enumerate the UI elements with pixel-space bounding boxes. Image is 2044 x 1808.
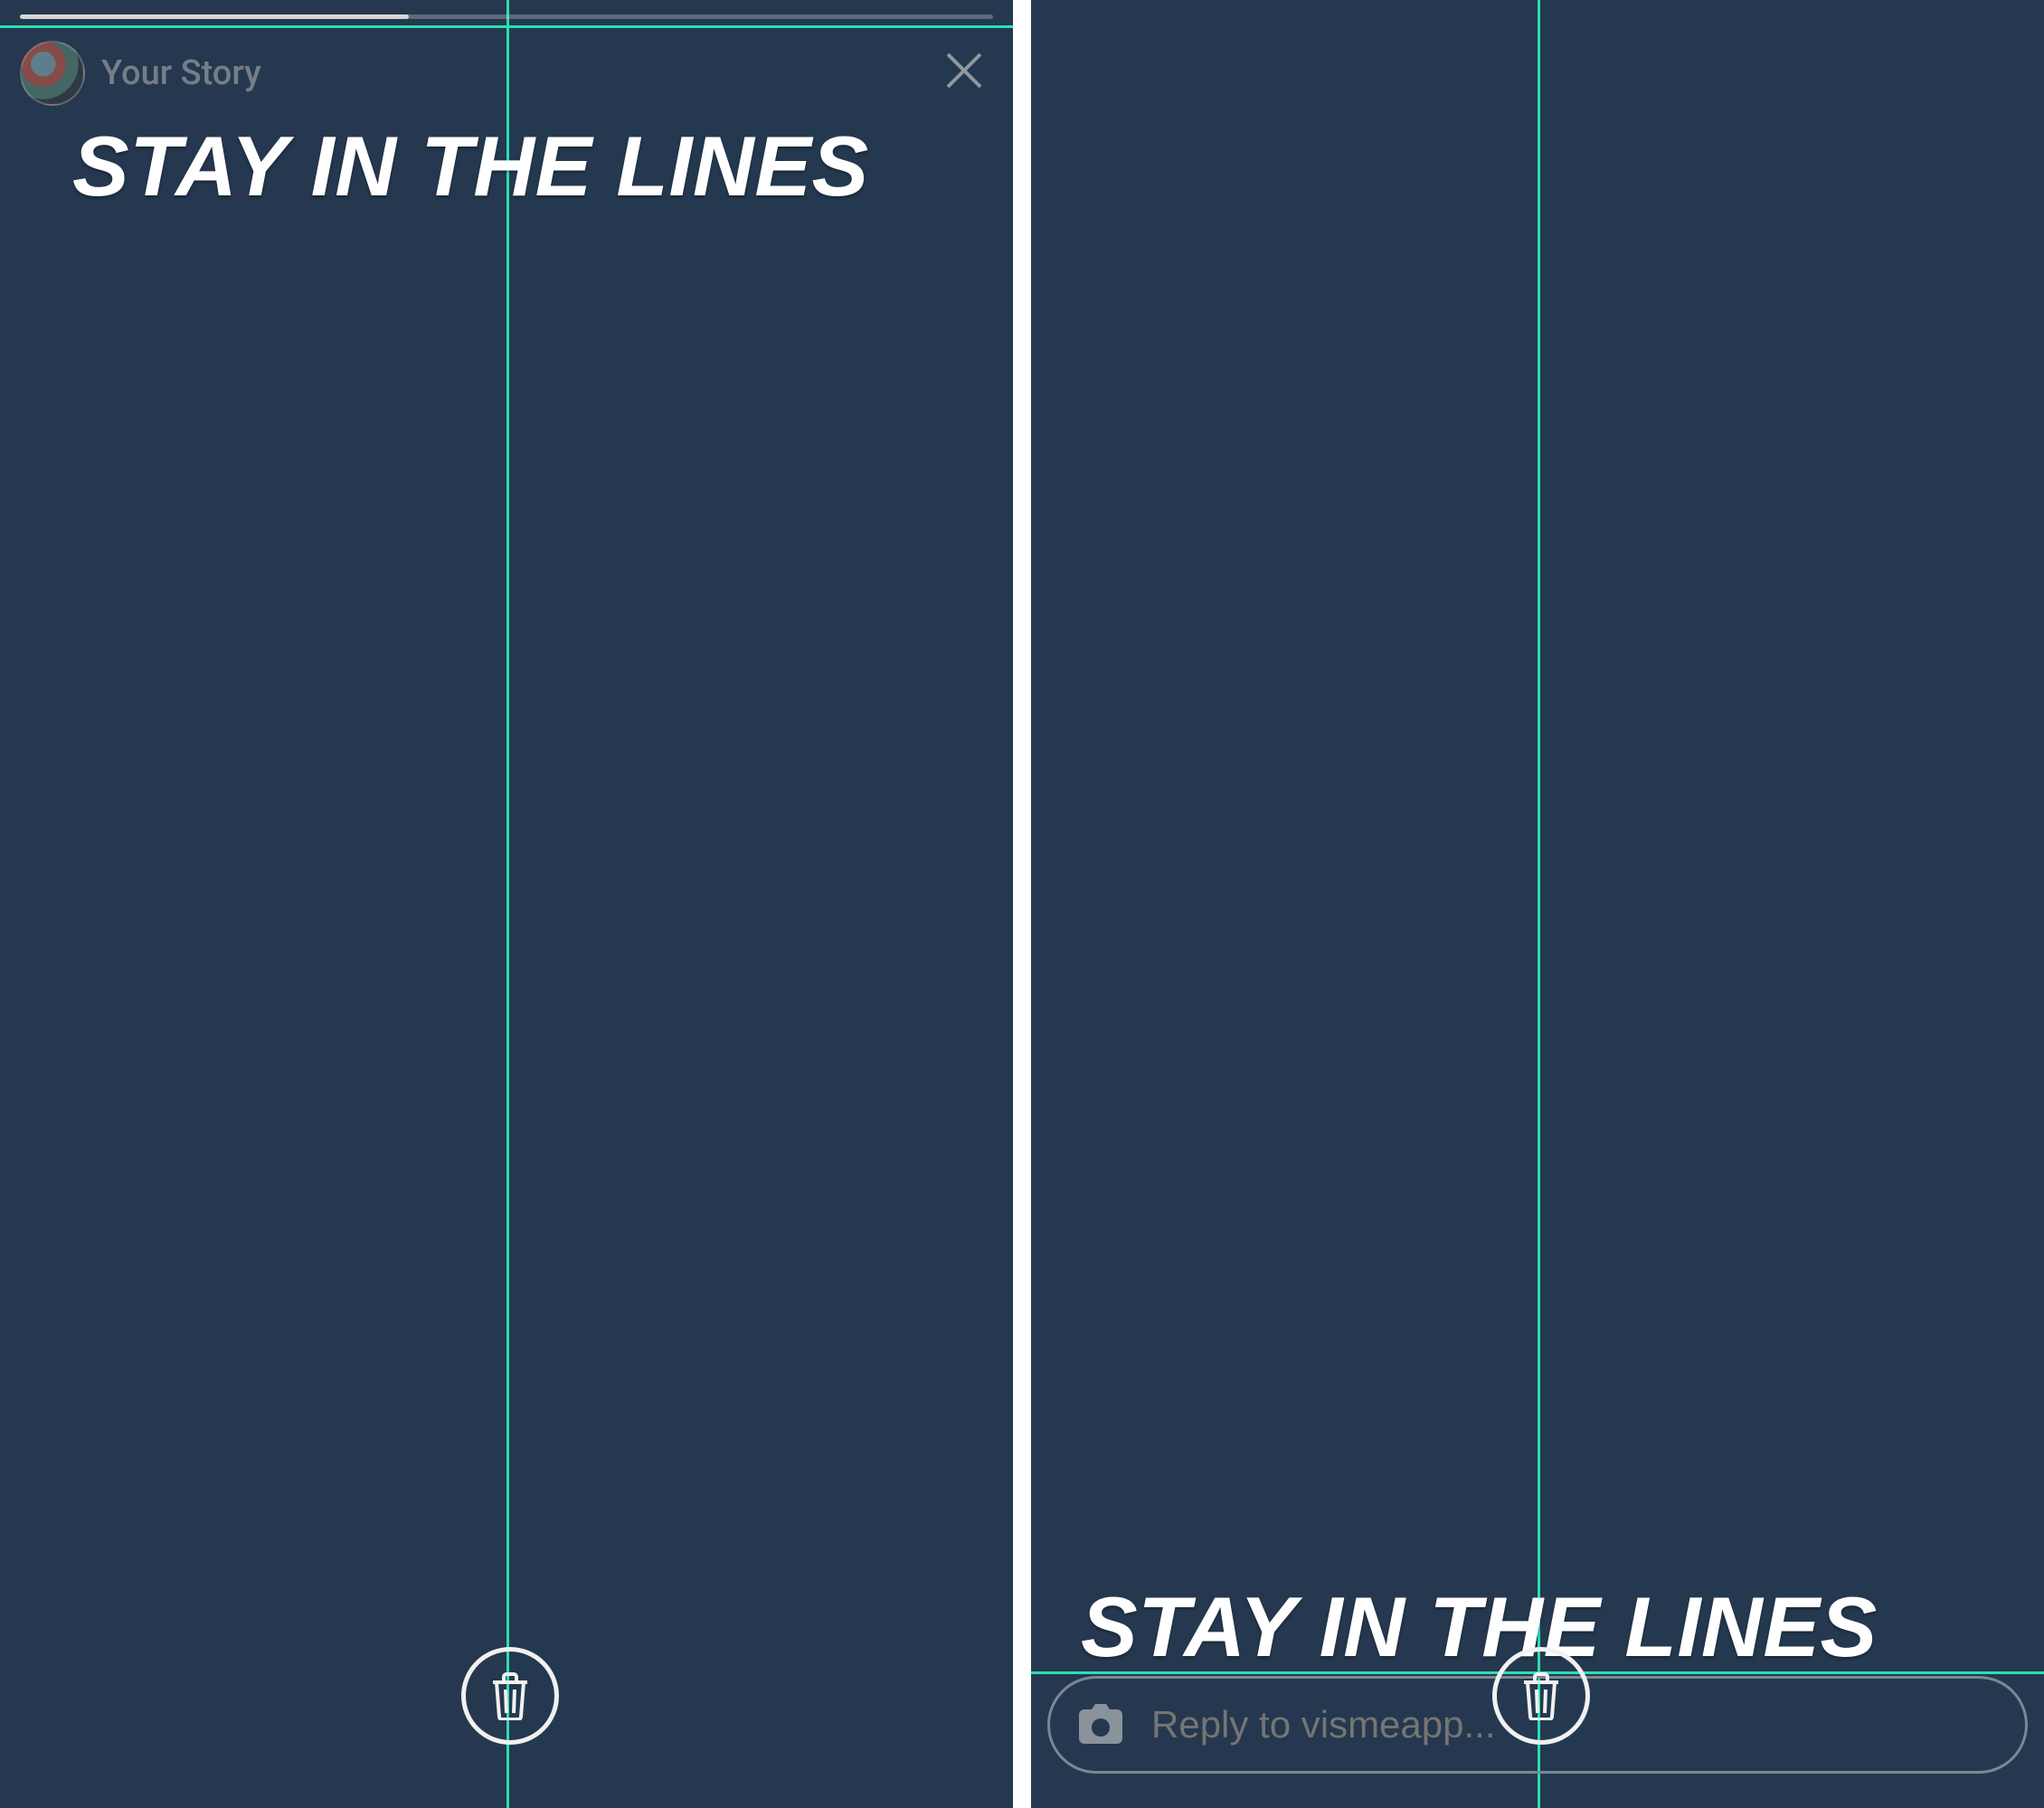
story-text[interactable]: STAY IN THE LINES	[72, 118, 869, 215]
bg-shade	[0, 0, 506, 1808]
story-progress-fill	[20, 14, 409, 19]
story-text[interactable]: STAY IN THE LINES	[1081, 1578, 1878, 1676]
story-editor-left: Your Story STAY IN THE LINES	[0, 0, 1013, 1808]
trash-icon	[1519, 1671, 1564, 1720]
delete-button[interactable]	[1492, 1647, 1590, 1745]
screenshot-wrap: Your Story STAY IN THE LINES STAY IN THE…	[0, 0, 2044, 1808]
bg-shade	[1031, 0, 1538, 1808]
avatar[interactable]	[20, 41, 85, 106]
delete-button[interactable]	[461, 1647, 559, 1745]
story-progress-bar	[20, 14, 993, 19]
story-header: Your Story	[20, 20, 993, 106]
story-label[interactable]: Your Story	[101, 53, 261, 93]
story-editor-right: STAY IN THE LINES	[1031, 0, 2044, 1808]
guide-vertical[interactable]	[506, 0, 509, 1808]
guide-vertical[interactable]	[1538, 0, 1540, 1808]
trash-icon	[487, 1671, 533, 1720]
close-icon	[942, 49, 986, 92]
camera-icon[interactable]	[1075, 1699, 1126, 1750]
close-button[interactable]	[935, 42, 993, 99]
